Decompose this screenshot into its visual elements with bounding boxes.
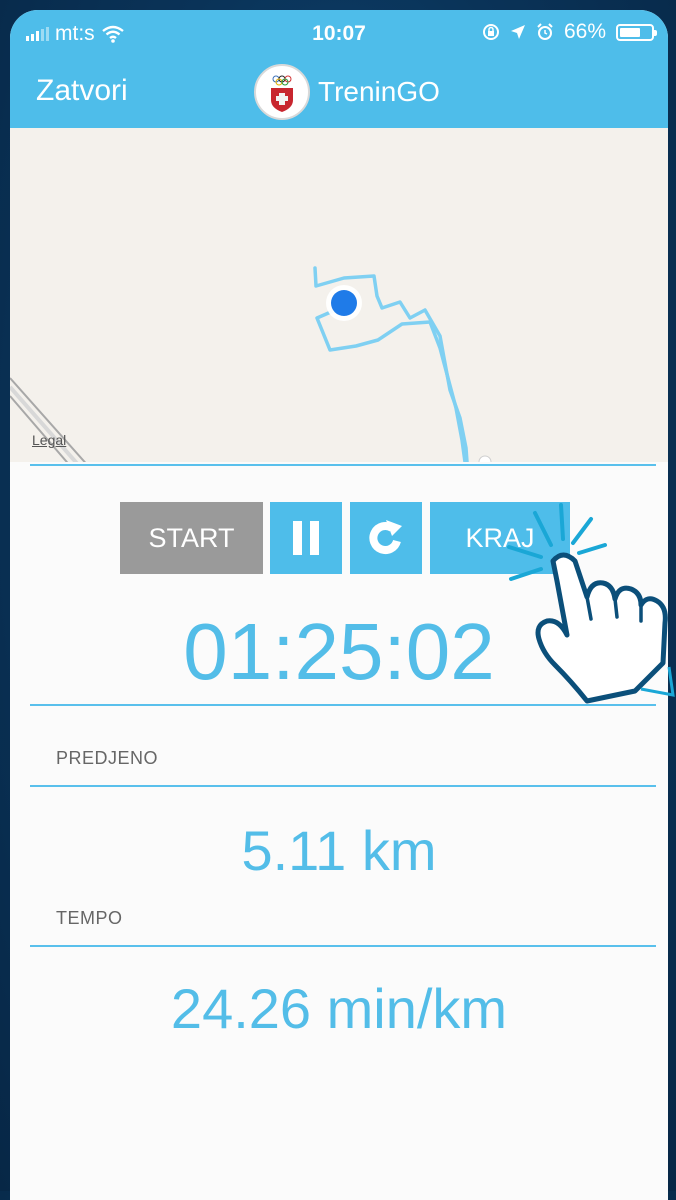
pause-icon: [293, 521, 319, 555]
navigation-bar: Zatvori TreninGO: [10, 58, 668, 128]
status-right-group: 66%: [482, 20, 657, 44]
distance-value: 5.11 km: [241, 819, 437, 882]
divider-distance: [30, 785, 656, 787]
tap-hand-icon: [507, 503, 675, 704]
orientation-lock-icon: [482, 24, 499, 40]
map-legal-link[interactable]: Legal: [32, 432, 66, 448]
app-logo-icon: [254, 64, 310, 120]
battery-icon: [616, 23, 657, 41]
refresh-icon: [369, 520, 402, 554]
start-button[interactable]: START: [120, 502, 263, 574]
divider-pace: [30, 945, 656, 947]
reset-button[interactable]: [350, 502, 422, 574]
location-arrow-icon: [510, 25, 525, 39]
header: mt:s 10:07 66% Zatvori TreninGO: [10, 10, 668, 128]
close-button[interactable]: Zatvori: [36, 74, 128, 108]
battery-percent: 66%: [563, 20, 606, 43]
pause-button[interactable]: [270, 502, 342, 574]
pace-value: 24.26 min/km: [170, 977, 508, 1040]
current-location-dot: [331, 290, 357, 316]
app-title: TreninGO: [318, 76, 440, 107]
route-map[interactable]: Legal: [10, 128, 668, 462]
pace-label: TEMPO: [56, 908, 123, 928]
app-brand: TreninGO: [254, 64, 440, 120]
divider-top: [30, 464, 656, 466]
status-bar: mt:s 10:07 66%: [10, 10, 668, 58]
map-canvas: [10, 266, 492, 462]
alarm-icon: [537, 23, 553, 40]
distance-label: PREDJENO: [56, 748, 159, 768]
